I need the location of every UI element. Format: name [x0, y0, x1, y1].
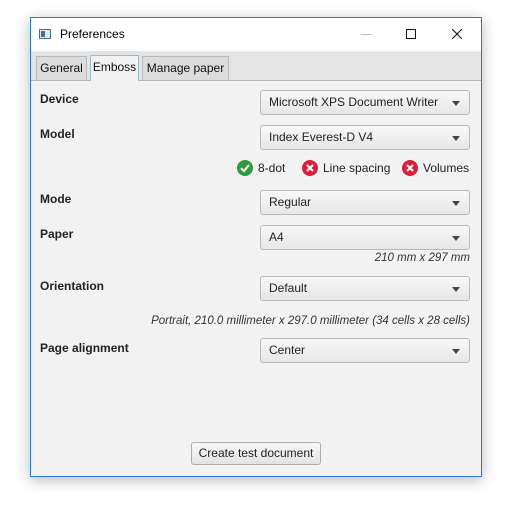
- mode-value: Regular: [269, 195, 312, 209]
- device-select[interactable]: Microsoft XPS Document Writer: [260, 90, 470, 115]
- paper-value: A4: [269, 230, 284, 244]
- close-icon: [452, 29, 462, 39]
- maximize-icon: [406, 29, 416, 39]
- minimize-button[interactable]: [343, 18, 389, 51]
- orientation-select[interactable]: Default: [260, 276, 470, 301]
- capability-label: Line spacing: [323, 161, 391, 176]
- app-icon: [39, 29, 51, 39]
- capability-line-spacing: Line spacing: [302, 160, 391, 177]
- tab-bar: General Emboss Manage paper: [31, 51, 481, 81]
- paper-select[interactable]: A4: [260, 225, 470, 250]
- chevron-down-icon: [452, 136, 460, 141]
- orientation-label: Orientation: [40, 279, 105, 293]
- paper-label: Paper: [40, 227, 74, 241]
- preferences-window: Preferences General Emboss Manage paper …: [30, 17, 482, 477]
- orientation-value: Default: [269, 281, 308, 295]
- capability-label: Volumes: [423, 161, 470, 176]
- chevron-down-icon: [452, 101, 460, 106]
- minimize-icon: [361, 34, 371, 35]
- cross-circle-icon: [302, 160, 318, 176]
- title-bar[interactable]: Preferences: [31, 18, 481, 51]
- device-value: Microsoft XPS Document Writer: [269, 95, 439, 109]
- capability-label: 8-dot: [258, 161, 286, 176]
- cross-circle-icon: [402, 160, 418, 176]
- tab-emboss[interactable]: Emboss: [90, 55, 139, 81]
- create-test-document-button[interactable]: Create test document: [191, 442, 321, 465]
- paper-size-hint: 210 mm x 297 mm: [374, 252, 470, 264]
- chevron-down-icon: [452, 236, 460, 241]
- tab-manage-paper[interactable]: Manage paper: [142, 56, 229, 80]
- chevron-down-icon: [452, 349, 460, 354]
- model-value: Index Everest-D V4: [269, 130, 374, 144]
- tab-general[interactable]: General: [36, 56, 87, 80]
- maximize-button[interactable]: [388, 18, 434, 51]
- model-select[interactable]: Index Everest-D V4: [260, 125, 470, 150]
- page-alignment-value: Center: [269, 343, 306, 357]
- chevron-down-icon: [452, 201, 460, 206]
- orientation-hint: Portrait, 210.0 millimeter x 297.0 milli…: [151, 315, 470, 327]
- window-title: Preferences: [60, 27, 125, 41]
- model-label: Model: [40, 127, 75, 141]
- capability-8-dot: 8-dot: [237, 160, 286, 177]
- close-button[interactable]: [434, 18, 480, 51]
- capability-volumes: Volumes: [402, 160, 470, 177]
- page-alignment-label: Page alignment: [40, 341, 129, 355]
- chevron-down-icon: [452, 287, 460, 292]
- mode-label: Mode: [40, 192, 72, 206]
- page-alignment-select[interactable]: Center: [260, 338, 470, 363]
- check-circle-icon: [237, 160, 253, 176]
- mode-select[interactable]: Regular: [260, 190, 470, 215]
- device-label: Device: [40, 92, 79, 106]
